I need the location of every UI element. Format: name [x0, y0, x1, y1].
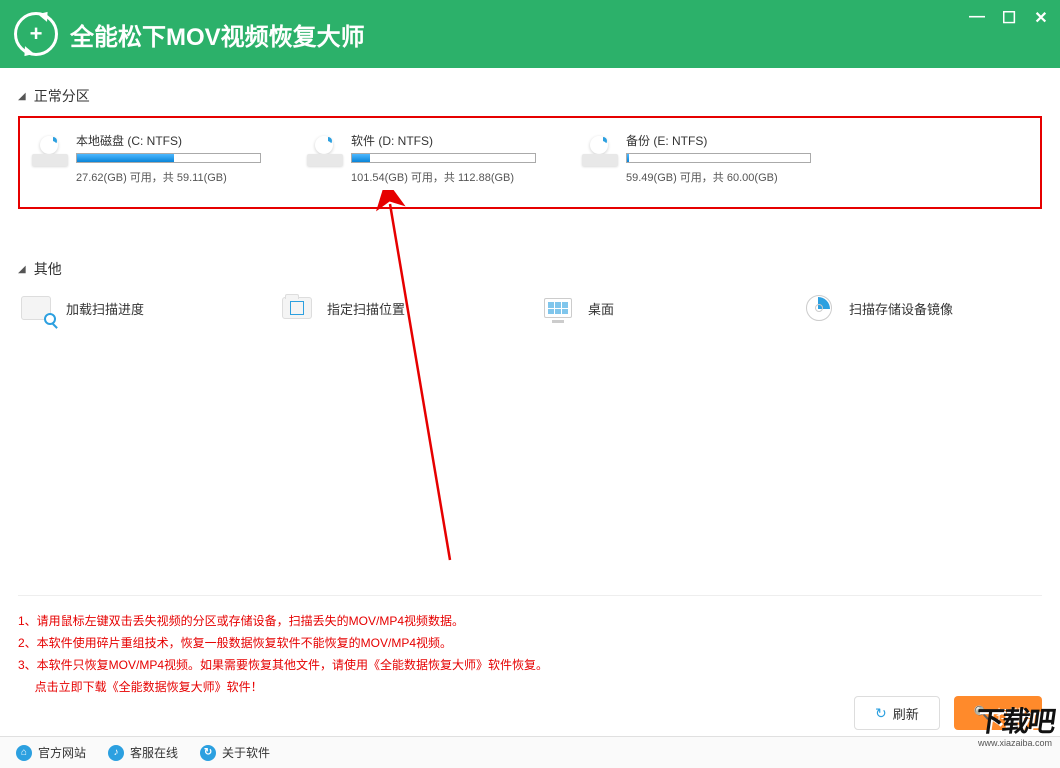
usage-bar	[626, 153, 811, 163]
disk-icon	[32, 136, 68, 166]
specify-scan-location[interactable]: 指定扫描位置	[279, 293, 520, 323]
other-label: 其他	[34, 259, 62, 279]
folder-target-icon	[279, 293, 315, 323]
footer-label: 官方网站	[38, 744, 86, 761]
official-site-link[interactable]: ⌂ 官方网站	[16, 744, 86, 761]
other-header: ◢ 其他	[18, 259, 1042, 279]
download-link[interactable]: 点击立即下载《全能数据恢复大师》软件！	[35, 680, 263, 694]
search-icon: 🔍	[974, 705, 990, 721]
partition-name: 本地磁盘 (C: NTFS)	[76, 132, 287, 149]
refresh-icon: ↻	[875, 705, 887, 722]
collapse-icon[interactable]: ◢	[18, 264, 26, 275]
scan-button[interactable]: 🔍 扫描	[954, 696, 1042, 730]
app-logo-icon: +	[14, 12, 58, 56]
footer-label: 关于软件	[222, 744, 270, 761]
usage-bar	[351, 153, 536, 163]
headset-icon: ♪	[108, 745, 124, 761]
main-content: ◢ 正常分区 本地磁盘 (C: NTFS) 27.62(GB) 可用，共 59.…	[0, 68, 1060, 341]
footer-label: 客服在线	[130, 744, 178, 761]
disk-icon	[582, 136, 618, 166]
bottom-buttons: ↻ 刷新 🔍 扫描	[854, 696, 1042, 730]
maximize-button[interactable]: ☐	[1000, 8, 1018, 28]
item-label: 扫描存储设备镜像	[849, 299, 953, 318]
home-icon: ⌂	[16, 745, 32, 761]
item-label: 指定扫描位置	[327, 299, 405, 318]
scan-label: 扫描	[996, 704, 1022, 723]
titlebar: + 全能松下MOV视频恢复大师 — ☐ ✕	[0, 0, 1060, 68]
scan-device-image[interactable]: 扫描存储设备镜像	[801, 293, 1042, 323]
tip-line: 3、本软件只恢复MOV/MP4视频。如果需要恢复其他文件，请使用《全能数据恢复大…	[18, 654, 1042, 676]
partitions-label: 正常分区	[34, 86, 90, 106]
disk-icon	[307, 136, 343, 166]
refresh-label: 刷新	[893, 704, 919, 723]
footer-bar: ⌂ 官方网站 ♪ 客服在线 ↻ 关于软件	[0, 736, 1060, 768]
about-software-link[interactable]: ↻ 关于软件	[200, 744, 270, 761]
folder-search-icon	[18, 293, 54, 323]
disc-icon	[801, 293, 837, 323]
tip-line: 1、请用鼠标左键双击丢失视频的分区或存储设备，扫描丢失的MOV/MP4视频数据。	[18, 610, 1042, 632]
partition-stats: 27.62(GB) 可用，共 59.11(GB)	[76, 169, 287, 185]
tips-area: 1、请用鼠标左键双击丢失视频的分区或存储设备，扫描丢失的MOV/MP4视频数据。…	[18, 595, 1042, 698]
info-icon: ↻	[200, 745, 216, 761]
partition-e[interactable]: 备份 (E: NTFS) 59.49(GB) 可用，共 60.00(GB)	[582, 132, 837, 185]
partitions-highlight-box: 本地磁盘 (C: NTFS) 27.62(GB) 可用，共 59.11(GB) …	[18, 116, 1042, 209]
window-controls: — ☐ ✕	[968, 8, 1050, 28]
desktop-item[interactable]: 桌面	[540, 293, 781, 323]
item-label: 加载扫描进度	[66, 299, 144, 318]
monitor-icon	[540, 293, 576, 323]
tip-line: 2、本软件使用碎片重组技术，恢复一般数据恢复软件不能恢复的MOV/MP4视频。	[18, 632, 1042, 654]
partition-stats: 101.54(GB) 可用，共 112.88(GB)	[351, 169, 562, 185]
partition-name: 备份 (E: NTFS)	[626, 132, 837, 149]
close-button[interactable]: ✕	[1032, 8, 1050, 28]
refresh-button[interactable]: ↻ 刷新	[854, 696, 940, 730]
app-title: 全能松下MOV视频恢复大师	[70, 17, 365, 52]
load-scan-progress[interactable]: 加载扫描进度	[18, 293, 259, 323]
partition-c[interactable]: 本地磁盘 (C: NTFS) 27.62(GB) 可用，共 59.11(GB)	[32, 132, 287, 185]
partitions-header: ◢ 正常分区	[18, 86, 1042, 106]
minimize-button[interactable]: —	[968, 8, 986, 28]
partition-name: 软件 (D: NTFS)	[351, 132, 562, 149]
partition-stats: 59.49(GB) 可用，共 60.00(GB)	[626, 169, 837, 185]
tip-link-line: 点击立即下载《全能数据恢复大师》软件！	[18, 676, 1042, 698]
collapse-icon[interactable]: ◢	[18, 91, 26, 102]
partition-d[interactable]: 软件 (D: NTFS) 101.54(GB) 可用，共 112.88(GB)	[307, 132, 562, 185]
item-label: 桌面	[588, 299, 614, 318]
usage-bar	[76, 153, 261, 163]
other-section: ◢ 其他 加载扫描进度 指定扫描位置 桌面 扫描存储设备镜像	[18, 259, 1042, 323]
customer-service-link[interactable]: ♪ 客服在线	[108, 744, 178, 761]
